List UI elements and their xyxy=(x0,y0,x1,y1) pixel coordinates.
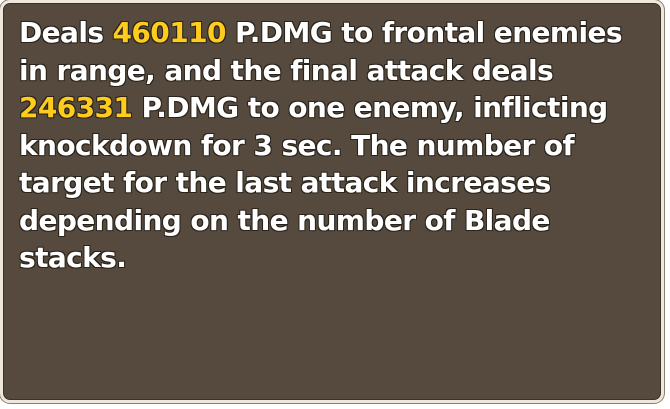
skill-tooltip: Deals 460110 P.DMG to frontal enemies in… xyxy=(0,0,664,403)
description-text-1: Deals xyxy=(19,16,113,49)
damage-value-final: 246331 xyxy=(19,91,133,124)
skill-description: Deals 460110 P.DMG to frontal enemies in… xyxy=(19,14,647,277)
damage-value-primary: 460110 xyxy=(112,16,227,49)
